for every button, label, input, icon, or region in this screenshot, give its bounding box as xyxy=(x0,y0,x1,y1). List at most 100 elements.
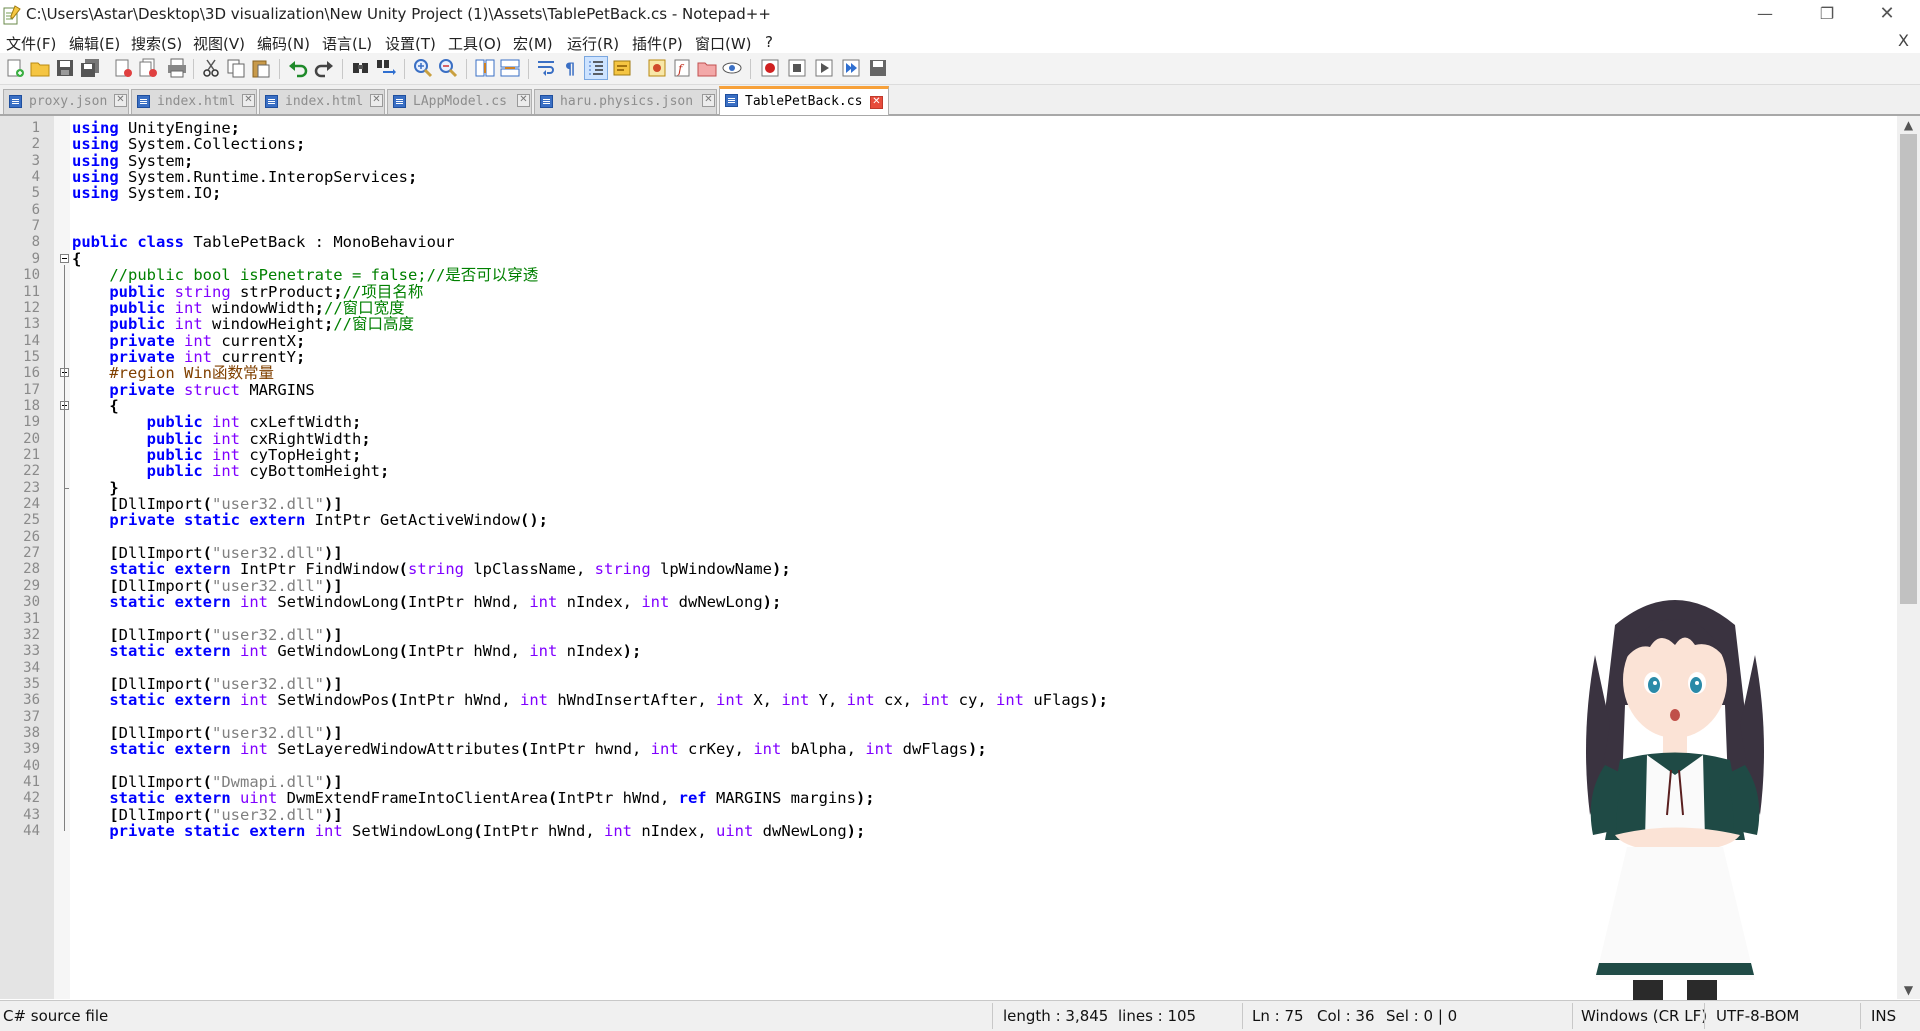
folder-as-workspace-icon[interactable] xyxy=(696,57,718,79)
status-separator xyxy=(1572,1003,1573,1029)
paste-icon[interactable] xyxy=(250,57,272,79)
notepadpp-app-icon xyxy=(3,5,21,25)
run-macro-multiple-icon[interactable] xyxy=(840,57,862,79)
document-icon xyxy=(265,95,278,108)
selection-status: Sel : 0 | 0 xyxy=(1386,1007,1458,1025)
document-icon xyxy=(393,95,406,108)
sync-horizontal-icon[interactable] xyxy=(499,57,521,79)
vertical-scrollbar[interactable]: ▲ ▼ xyxy=(1897,116,1920,999)
tab-label: haru.physics.json xyxy=(560,94,694,109)
zoom-out-icon[interactable] xyxy=(437,57,459,79)
cut-icon[interactable] xyxy=(200,57,222,79)
menu-view[interactable]: 视图(V) xyxy=(193,33,245,54)
menu-window[interactable]: 窗口(W) xyxy=(695,33,752,54)
scroll-up-arrow-icon[interactable]: ▲ xyxy=(1897,116,1920,134)
status-bar: C# source file length : 3,845 lines : 10… xyxy=(0,1000,1920,1031)
zoom-in-icon[interactable] xyxy=(412,57,434,79)
toolbar-separator xyxy=(528,59,529,79)
playback-macro-icon[interactable] xyxy=(813,57,835,79)
save-all-icon[interactable] xyxy=(79,57,101,79)
tab-close-icon[interactable]: ✕ xyxy=(517,94,530,107)
tab-proxy-json[interactable]: proxy.json ✕ xyxy=(3,89,129,114)
replace-icon[interactable] xyxy=(375,57,397,79)
tab-label: index.html xyxy=(157,94,236,109)
menu-bar: 文件(F) 编辑(E) 搜索(S) 视图(V) 编码(N) 语言(L) 设置(T… xyxy=(0,31,1920,53)
tab-haru-physics-json[interactable]: haru.physics.json ✕ xyxy=(534,89,717,114)
window-title: C:\Users\Astar\Desktop\3D visualization\… xyxy=(26,5,771,23)
menu-tools[interactable]: 工具(O) xyxy=(448,33,502,54)
menu-run[interactable]: 运行(R) xyxy=(567,33,619,54)
toolbar-separator xyxy=(342,59,343,79)
sync-vertical-icon[interactable] xyxy=(474,57,496,79)
insert-mode-status[interactable]: INS xyxy=(1871,1007,1896,1025)
title-bar: C:\Users\Astar\Desktop\3D visualization\… xyxy=(0,0,1920,30)
document-icon xyxy=(540,95,553,108)
toolbar: ¶ f xyxy=(0,53,1920,85)
word-wrap-icon[interactable] xyxy=(535,57,557,79)
find-icon[interactable] xyxy=(350,57,372,79)
monitoring-eye-icon[interactable] xyxy=(721,57,743,79)
menu-edit[interactable]: 编辑(E) xyxy=(69,33,120,54)
show-all-characters-icon[interactable]: ¶ xyxy=(560,57,582,79)
encoding-status[interactable]: UTF-8-BOM xyxy=(1716,1007,1799,1025)
menu-language[interactable]: 语言(L) xyxy=(322,33,372,54)
close-icon[interactable] xyxy=(112,57,134,79)
menu-settings[interactable]: 设置(T) xyxy=(385,33,436,54)
tab-close-icon[interactable]: ✕ xyxy=(870,96,883,109)
undo-icon[interactable] xyxy=(287,57,309,79)
document-map-icon[interactable] xyxy=(646,57,668,79)
fold-guide-line xyxy=(64,265,65,832)
menu-help[interactable]: ? xyxy=(765,33,773,51)
maximize-button[interactable]: ❐ xyxy=(1804,0,1850,30)
tab-close-icon[interactable]: ✕ xyxy=(370,94,383,107)
line-number-status: Ln : 75 xyxy=(1252,1007,1304,1025)
scroll-down-arrow-icon[interactable]: ▼ xyxy=(1897,981,1920,999)
fold-end-marker xyxy=(64,487,69,489)
toolbar-separator xyxy=(466,59,467,79)
minimize-button[interactable]: — xyxy=(1742,0,1788,30)
lines-status: lines : 105 xyxy=(1118,1007,1197,1025)
record-macro-icon[interactable] xyxy=(759,57,781,79)
eol-format-status[interactable]: Windows (CR LF) xyxy=(1581,1007,1707,1025)
menu-search[interactable]: 搜索(S) xyxy=(131,33,182,54)
toolbar-separator xyxy=(279,59,280,79)
tab-close-icon[interactable]: ✕ xyxy=(242,94,255,107)
print-icon[interactable] xyxy=(166,57,188,79)
close-document-x[interactable]: X xyxy=(1898,31,1909,50)
stop-recording-icon[interactable] xyxy=(786,57,808,79)
function-list-icon[interactable]: f xyxy=(671,57,693,79)
close-all-icon[interactable] xyxy=(137,57,159,79)
new-file-icon[interactable] xyxy=(4,57,26,79)
user-defined-language-icon[interactable] xyxy=(611,57,633,79)
close-window-button[interactable]: ✕ xyxy=(1864,0,1910,30)
scroll-thumb[interactable] xyxy=(1900,134,1917,604)
save-icon[interactable] xyxy=(54,57,76,79)
tab-bar: proxy.json ✕ index.html ✕ index.html ✕ L… xyxy=(0,85,1920,116)
menu-plugins[interactable]: 插件(P) xyxy=(632,33,683,54)
tab-close-icon[interactable]: ✕ xyxy=(114,94,127,107)
status-separator xyxy=(1704,1003,1705,1029)
tab-lappmodel-cs[interactable]: LAppModel.cs ✕ xyxy=(387,89,532,114)
tab-index-html[interactable]: index.html ✕ xyxy=(131,89,257,114)
tab-index-html-2[interactable]: index.html ✕ xyxy=(259,89,385,114)
open-file-icon[interactable] xyxy=(29,57,51,79)
tab-label: proxy.json xyxy=(29,94,108,109)
anime-mascot-image xyxy=(1586,600,1764,1030)
toolbar-separator xyxy=(750,59,751,79)
indent-guide-icon[interactable] xyxy=(584,56,608,80)
line-number: 44 xyxy=(23,823,40,840)
tab-close-icon[interactable]: ✕ xyxy=(702,94,715,107)
menu-macro[interactable]: 宏(M) xyxy=(513,33,553,54)
column-status: Col : 36 xyxy=(1317,1007,1375,1025)
code-text: private static extern int SetWindowLong(… xyxy=(109,822,866,841)
menu-file[interactable]: 文件(F) xyxy=(6,33,56,54)
save-macro-icon[interactable] xyxy=(867,57,889,79)
toolbar-separator xyxy=(404,59,405,79)
fold-toggle-icon[interactable] xyxy=(60,253,69,263)
redo-icon[interactable] xyxy=(313,57,335,79)
tab-tablepetback-cs[interactable]: TablePetBack.cs ✕ xyxy=(719,86,889,115)
toolbar-separator xyxy=(193,59,194,79)
menu-encoding[interactable]: 编码(N) xyxy=(257,33,310,54)
document-icon xyxy=(137,95,150,108)
copy-icon[interactable] xyxy=(225,57,247,79)
